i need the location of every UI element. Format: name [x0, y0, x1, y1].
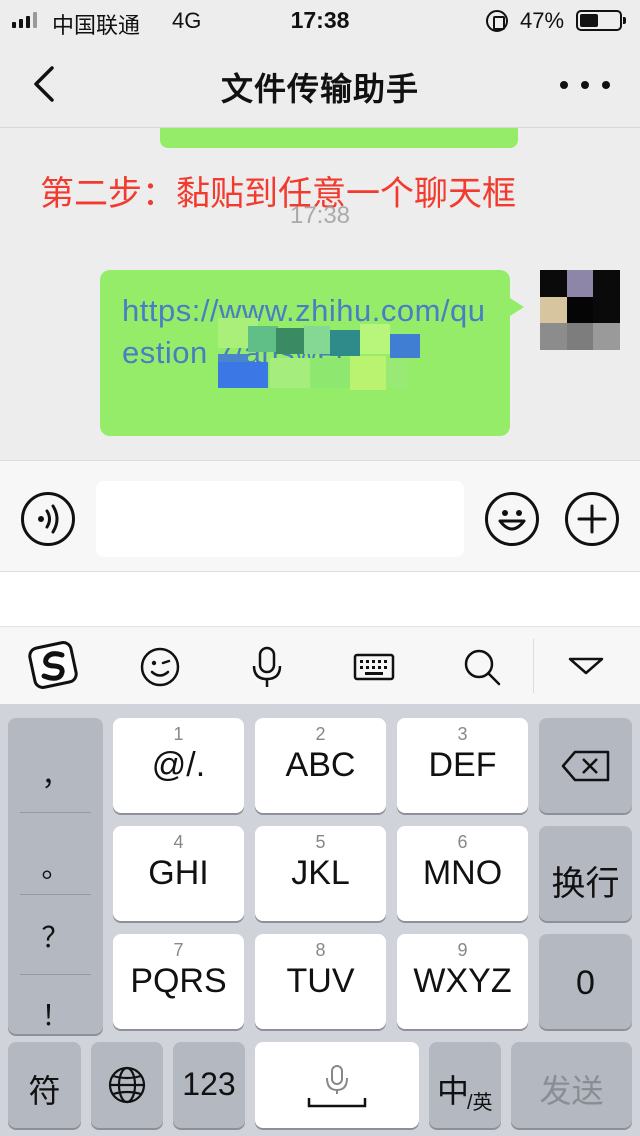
- keyboard-candidate-area: [0, 572, 640, 626]
- key-7[interactable]: 7 PQRS: [113, 934, 244, 1029]
- globe-key[interactable]: [91, 1042, 163, 1128]
- message-timestamp: 17:38: [289, 202, 351, 229]
- toolbar-divider: [533, 639, 534, 693]
- punct-key-comma[interactable]: ，: [8, 754, 103, 794]
- keyboard-toolbar: [0, 626, 640, 704]
- battery-icon: [576, 10, 626, 31]
- key-9[interactable]: 9 WXYZ: [397, 934, 528, 1029]
- key-8[interactable]: 8 TUV: [255, 934, 386, 1029]
- more-dot-icon: [602, 81, 610, 89]
- message-input-bar: [0, 460, 640, 572]
- sogou-logo-icon[interactable]: [28, 639, 80, 691]
- language-switch-key[interactable]: 中 /英: [429, 1042, 501, 1128]
- plus-icon: [577, 504, 607, 534]
- space-microphone-icon: [307, 1065, 367, 1108]
- punct-divider: [20, 812, 91, 813]
- key-5[interactable]: 5 JKL: [255, 826, 386, 921]
- microphone-icon[interactable]: [243, 643, 291, 691]
- emoji-button[interactable]: [485, 492, 539, 546]
- message-bubble[interactable]: https://www.zhihu.com/question 7/answer: [100, 270, 524, 436]
- key-1[interactable]: 1 @/.: [113, 718, 244, 813]
- space-key[interactable]: [255, 1042, 419, 1128]
- smiley-icon: [498, 510, 526, 531]
- punct-key-period[interactable]: 。: [8, 846, 103, 886]
- voice-wave-icon: [38, 504, 59, 534]
- punct-divider: [20, 974, 91, 975]
- send-key[interactable]: 发送: [511, 1042, 632, 1128]
- pixelated-redaction: [218, 318, 420, 398]
- newline-key[interactable]: 换行: [539, 826, 632, 921]
- emoji-face-icon[interactable]: [136, 643, 184, 691]
- message-input-field[interactable]: [96, 481, 464, 557]
- voice-input-button[interactable]: [21, 492, 75, 546]
- punct-divider: [20, 894, 91, 895]
- nine-key-keyboard: ， 。 ？ ！ 1 @/. 2 ABC 3 DEF 4 GHI 5 JKL 6 …: [0, 704, 640, 1136]
- more-dot-icon: [581, 81, 589, 89]
- punct-key-question[interactable]: ？: [8, 916, 103, 956]
- status-bar: 中国联通 4G 17:38 47%: [0, 0, 640, 40]
- battery-fill: [580, 14, 598, 27]
- collapse-triangle-icon[interactable]: [562, 643, 610, 691]
- key-4[interactable]: 4 GHI: [113, 826, 244, 921]
- key-2[interactable]: 2 ABC: [255, 718, 386, 813]
- punctuation-column: ， 。 ？ ！: [8, 718, 103, 1034]
- more-functions-button[interactable]: [565, 492, 619, 546]
- rotation-lock-icon: [486, 10, 508, 32]
- more-options-button[interactable]: [560, 70, 610, 100]
- numbers-key[interactable]: 123: [173, 1042, 245, 1128]
- key-6[interactable]: 6 MNO: [397, 826, 528, 921]
- avatar[interactable]: [540, 270, 620, 350]
- previous-message-bubble[interactable]: [160, 128, 518, 148]
- key-0[interactable]: 0: [539, 934, 632, 1029]
- chat-area[interactable]: 第二步：黏贴到任意一个聊天框 17:38 https://www.zhihu.c…: [0, 128, 640, 460]
- more-dot-icon: [560, 81, 568, 89]
- nav-bar: 文件传输助手: [0, 40, 640, 128]
- battery-percent: 47%: [520, 8, 565, 33]
- search-icon[interactable]: [458, 643, 506, 691]
- keyboard-icon[interactable]: [350, 643, 398, 691]
- punct-key-exclaim[interactable]: ！: [8, 994, 103, 1034]
- globe-icon: [108, 1066, 146, 1104]
- symbols-key[interactable]: 符: [8, 1042, 81, 1128]
- backspace-key[interactable]: [539, 718, 632, 813]
- page-title: 文件传输助手: [220, 71, 419, 107]
- key-3[interactable]: 3 DEF: [397, 718, 528, 813]
- backspace-icon: [561, 750, 610, 782]
